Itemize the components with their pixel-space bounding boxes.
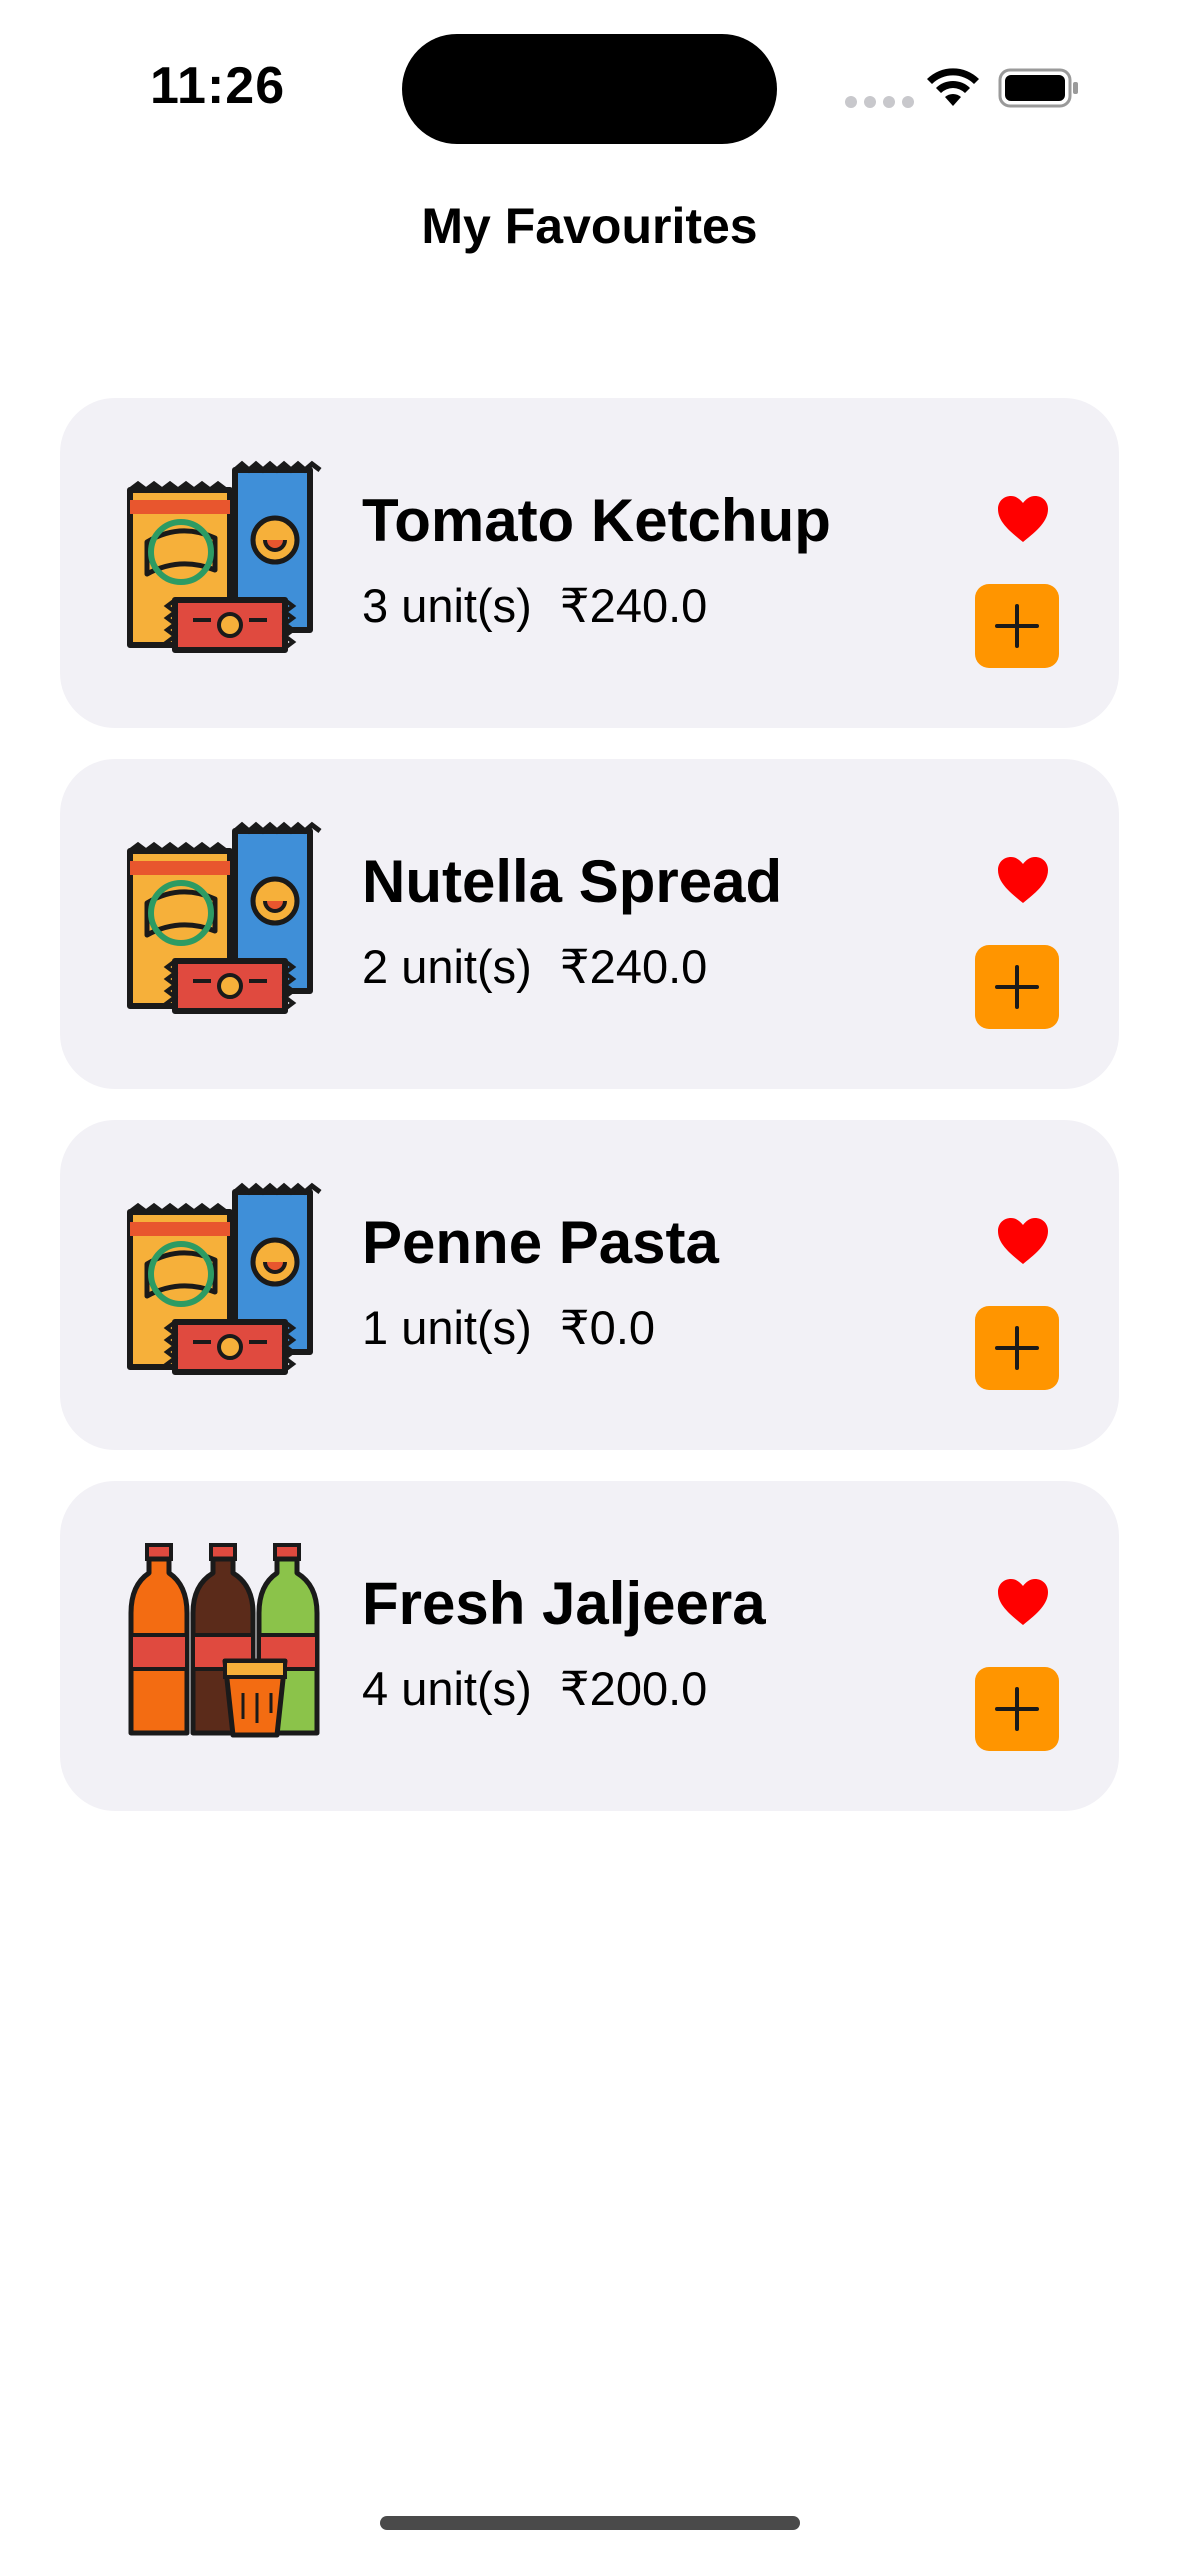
product-units: 1 unit(s): [362, 1301, 532, 1354]
product-units: 4 unit(s): [362, 1662, 532, 1715]
dynamic-island: [402, 34, 777, 144]
favourite-heart-icon[interactable]: [996, 494, 1050, 544]
add-to-cart-button[interactable]: [975, 1667, 1059, 1751]
add-to-cart-button[interactable]: [975, 945, 1059, 1029]
favourite-card[interactable]: Tomato Ketchup 3 unit(s) ₹240.0: [60, 398, 1119, 728]
product-name: Fresh Jaljeera: [362, 1570, 766, 1637]
add-to-cart-button[interactable]: [975, 1306, 1059, 1390]
favourite-heart-icon[interactable]: [996, 855, 1050, 905]
wifi-icon: [925, 66, 981, 110]
product-price: ₹240.0: [559, 940, 708, 993]
product-name: Penne Pasta: [362, 1209, 719, 1276]
favourite-card[interactable]: Fresh Jaljeera 4 unit(s) ₹200.0: [60, 1481, 1119, 1811]
snacks-icon: [125, 460, 325, 660]
status-bar: 11:26: [0, 0, 1179, 180]
product-name: Tomato Ketchup: [362, 487, 831, 554]
favourites-list: Tomato Ketchup 3 unit(s) ₹240.0 Nutella …: [60, 398, 1119, 1842]
drinks-icon: [125, 1543, 325, 1743]
product-price: ₹0.0: [559, 1301, 656, 1354]
plus-icon: [995, 604, 1039, 648]
product-price: ₹200.0: [559, 1662, 708, 1715]
add-to-cart-button[interactable]: [975, 584, 1059, 668]
plus-icon: [995, 1326, 1039, 1370]
product-price: ₹240.0: [559, 579, 708, 632]
plus-icon: [995, 1687, 1039, 1731]
snacks-icon: [125, 821, 325, 1021]
product-units: 2 unit(s): [362, 940, 532, 993]
plus-icon: [995, 965, 1039, 1009]
product-meta: 2 unit(s) ₹240.0: [362, 939, 707, 995]
signal-dots-icon: [845, 96, 914, 108]
product-name: Nutella Spread: [362, 848, 783, 915]
page-title: My Favourites: [421, 198, 758, 254]
product-meta: 3 unit(s) ₹240.0: [362, 578, 707, 634]
snacks-icon: [125, 1182, 325, 1382]
favourite-card[interactable]: Penne Pasta 1 unit(s) ₹0.0: [60, 1120, 1119, 1450]
status-time: 11:26: [150, 57, 286, 115]
product-meta: 1 unit(s) ₹0.0: [362, 1300, 655, 1356]
product-meta: 4 unit(s) ₹200.0: [362, 1661, 707, 1717]
favourite-heart-icon[interactable]: [996, 1216, 1050, 1266]
home-indicator[interactable]: [380, 2516, 800, 2530]
favourite-card[interactable]: Nutella Spread 2 unit(s) ₹240.0: [60, 759, 1119, 1089]
product-units: 3 unit(s): [362, 579, 532, 632]
favourite-heart-icon[interactable]: [996, 1577, 1050, 1627]
battery-icon: [998, 68, 1080, 108]
